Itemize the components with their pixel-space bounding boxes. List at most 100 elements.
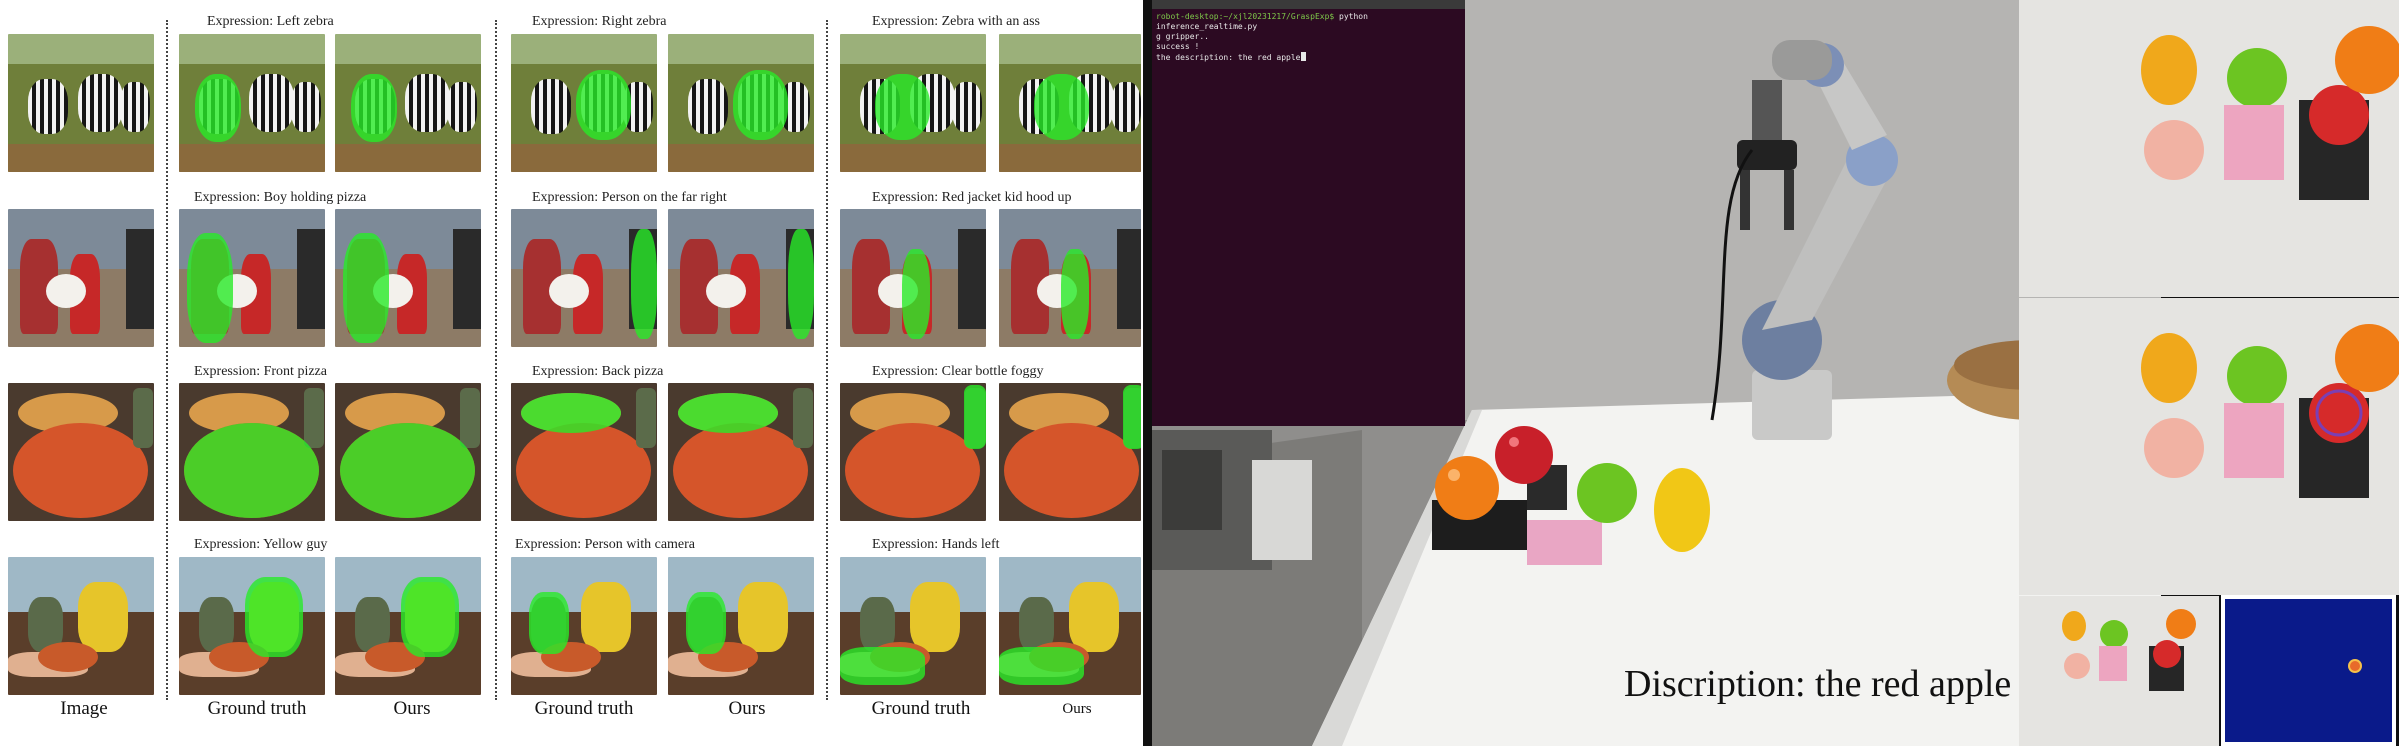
pizza-front — [13, 423, 148, 518]
people-image — [179, 209, 325, 347]
terminal-description: the description: the red apple — [1156, 53, 1301, 62]
zebra-image — [999, 34, 1141, 172]
person-far-right — [1117, 229, 1141, 329]
segmentation-mask — [733, 70, 788, 140]
camera-feed-small — [2019, 596, 2219, 746]
zebra-right — [447, 82, 477, 132]
bottle — [133, 388, 153, 448]
segmentation-mask — [187, 233, 233, 343]
zebra-image — [8, 34, 154, 172]
terminal-prompt: robot-desktop:~/xjl20231217/GraspExp$ — [1156, 12, 1335, 21]
segmentation-mask — [902, 249, 930, 339]
person-yellow — [1069, 582, 1119, 652]
camera-feed-middle — [2019, 298, 2399, 595]
pizza-plate — [549, 274, 589, 308]
segmentation-mask — [401, 577, 459, 657]
robot-video-frame: robot-desktop:~/xjl20231217/GraspExp$ py… — [1143, 0, 2399, 746]
pizza-front — [1004, 423, 1139, 518]
pizza-front — [673, 423, 808, 518]
person-far-right — [297, 229, 325, 329]
zebra-right — [952, 82, 982, 132]
zebra-left — [688, 79, 728, 134]
column-label-ours: Ours — [728, 698, 766, 719]
bottle — [304, 388, 324, 448]
expression-label: Expression: Zebra with an ass — [872, 14, 1040, 29]
person-yellow — [78, 582, 128, 652]
pizza-image — [840, 383, 986, 521]
terminal-line: robot-desktop:~/xjl20231217/GraspExp$ py… — [1156, 12, 1461, 32]
expression-label: Expression: Front pizza — [194, 364, 327, 379]
person-far-right — [958, 229, 986, 329]
column-separator — [495, 20, 497, 700]
segmentation-mask — [678, 393, 778, 433]
expression-label: Expression: Person on the far right — [532, 190, 727, 205]
segmentation-mask — [351, 74, 397, 142]
column-separator — [826, 20, 828, 700]
zebra-dirt — [511, 144, 657, 172]
zebra-dirt — [999, 144, 1141, 172]
segmentation-mask — [1034, 74, 1089, 140]
restaurant-image — [8, 557, 154, 695]
terminal-line: g gripper.. — [1156, 32, 1209, 41]
people-image — [511, 209, 657, 347]
bottle — [793, 388, 813, 448]
terminal-window: robot-desktop:~/xjl20231217/GraspExp$ py… — [1152, 0, 1465, 426]
pizza-front — [516, 423, 651, 518]
segmentation-mask — [999, 647, 1084, 685]
zebra-dirt — [8, 144, 154, 172]
people-image — [8, 209, 154, 347]
pizza-front — [845, 423, 980, 518]
zebra-left — [28, 79, 68, 134]
restaurant-image — [999, 557, 1141, 695]
pizza-plate — [46, 274, 86, 308]
people-image — [840, 209, 986, 347]
people-image — [999, 209, 1141, 347]
restaurant-image — [668, 557, 814, 695]
column-label-ground-truth: Ground truth — [871, 698, 971, 719]
person-yellow — [581, 582, 631, 652]
expression-label: Expression: Right zebra — [532, 14, 667, 29]
pizza-image — [511, 383, 657, 521]
segmentation-mask — [576, 70, 631, 140]
pizza-image — [8, 383, 154, 521]
zebra-dirt — [840, 144, 986, 172]
target-dot — [2350, 661, 2360, 671]
description-caption: Discription: the red apple — [1624, 663, 2012, 705]
segmentation-mask — [1061, 249, 1089, 339]
expression-label: Expression: Back pizza — [532, 364, 664, 379]
people-image — [335, 209, 481, 347]
zebra-sky — [8, 34, 154, 64]
segmentation-mask — [195, 74, 241, 142]
zebra-dirt — [335, 144, 481, 172]
person-yellow — [738, 582, 788, 652]
zebra-image — [335, 34, 481, 172]
zebra-sky — [511, 34, 657, 64]
zebra-center — [405, 74, 450, 132]
food — [38, 642, 98, 672]
segmentation-mask — [875, 74, 930, 140]
zebra-sky — [999, 34, 1141, 64]
segmentation-mask — [686, 592, 726, 654]
zebra-sky — [335, 34, 481, 64]
zebra-image — [668, 34, 814, 172]
person-yellow — [910, 582, 960, 652]
expression-label: Expression: Red jacket kid hood up — [872, 190, 1072, 205]
person-far-right — [126, 229, 154, 329]
terminal-cursor — [1300, 52, 1306, 61]
terminal-line: the description: the red apple — [1156, 52, 1461, 63]
column-label-ours: Ours — [393, 698, 431, 719]
zebra-dirt — [179, 144, 325, 172]
restaurant-image — [840, 557, 986, 695]
zebra-right — [1111, 82, 1141, 132]
segmentation-mask — [529, 592, 569, 654]
column-separator — [166, 20, 168, 700]
column-label-image: Image — [60, 698, 108, 719]
zebra-image — [840, 34, 986, 172]
person-far-right — [453, 229, 481, 329]
zebra-left — [531, 79, 571, 134]
terminal-line: success ! — [1156, 42, 1200, 51]
pizza-image — [179, 383, 325, 521]
zebra-center — [78, 74, 123, 132]
bottle — [460, 388, 480, 448]
zebra-dirt — [668, 144, 814, 172]
